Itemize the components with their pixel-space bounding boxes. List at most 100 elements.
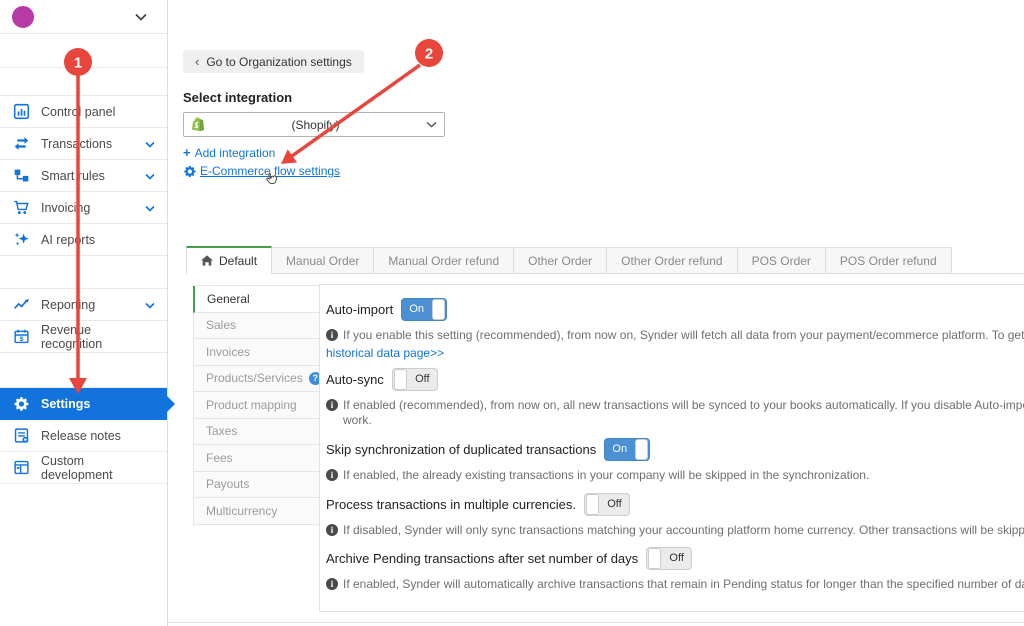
svg-text:$: $ <box>19 336 23 343</box>
toggle-state: On <box>605 439 634 460</box>
info-text-continued: work. <box>326 413 1024 428</box>
setting-row-auto-sync: Auto-sync Off <box>326 368 1024 391</box>
sidebar-item-control-panel[interactable]: Control panel <box>0 96 167 128</box>
general-settings-panel: Auto-import On i If you enable this sett… <box>319 284 1024 612</box>
sidebar-item-label: Control panel <box>41 105 115 119</box>
gear-icon <box>183 165 196 178</box>
sidebar-item-label: Revenue recognition <box>41 323 155 351</box>
chevron-down-icon[interactable] <box>145 298 155 312</box>
toggle-state: Off <box>408 369 437 390</box>
subnav-item-fees[interactable]: Fees <box>193 445 320 472</box>
subnav-item-products-services[interactable]: Products/Services ? <box>193 366 320 393</box>
setting-info: i If enabled (recommended), from now on,… <box>326 398 1024 413</box>
info-text: If enabled (recommended), from now on, a… <box>343 398 1024 413</box>
multiple-currencies-toggle[interactable]: Off <box>584 493 630 516</box>
plus-icon: + <box>183 145 191 160</box>
subnav-label: Sales <box>206 318 236 332</box>
sidebar-spacer <box>0 68 167 96</box>
auto-sync-toggle[interactable]: Off <box>392 368 438 391</box>
subnav-label: Invoices <box>206 345 250 359</box>
tab-manual-order[interactable]: Manual Order <box>272 247 374 273</box>
historical-data-page-link[interactable]: historical data page>> <box>326 346 1024 361</box>
auto-import-toggle[interactable]: On <box>401 298 447 321</box>
sidebar-item-label: Smart rules <box>41 169 105 183</box>
toggle-handle <box>586 494 599 515</box>
account-switcher[interactable] <box>0 0 167 34</box>
ai-reports-icon <box>12 231 30 248</box>
setting-label: Process transactions in multiple currenc… <box>326 497 576 512</box>
integration-select-value: (Shopify) <box>205 118 426 132</box>
sidebar-item-label: Transactions <box>41 137 112 151</box>
subnav-label: General <box>207 292 250 306</box>
subnav-item-general[interactable]: General <box>193 286 320 313</box>
reporting-icon <box>12 296 30 313</box>
subnav-item-product-mapping[interactable]: Product mapping <box>193 392 320 419</box>
archive-pending-toggle[interactable]: Off <box>646 547 692 570</box>
tab-label: Manual Order refund <box>388 254 499 268</box>
setting-label: Skip synchronization of duplicated trans… <box>326 442 596 457</box>
integration-select[interactable]: (Shopify) <box>183 112 445 137</box>
step2-arrowhead <box>281 149 297 164</box>
tab-label: Other Order <box>528 254 592 268</box>
tab-pos-order[interactable]: POS Order <box>738 247 826 273</box>
chevron-down-icon[interactable] <box>145 169 155 183</box>
sidebar-spacer <box>0 353 167 388</box>
toggle-state: On <box>402 299 431 320</box>
subnav-item-sales[interactable]: Sales <box>193 313 320 340</box>
toggle-handle <box>394 369 407 390</box>
tab-other-order-refund[interactable]: Other Order refund <box>607 247 737 273</box>
avatar[interactable] <box>12 6 34 28</box>
setting-row-auto-import: Auto-import On <box>326 298 1024 321</box>
toggle-handle <box>648 548 661 569</box>
sidebar-item-custom-development[interactable]: Custom development <box>0 452 167 484</box>
gear-icon <box>12 396 30 412</box>
sidebar-item-ai-reports[interactable]: AI reports <box>0 224 167 256</box>
select-integration-label: Select integration <box>183 90 292 105</box>
sidebar-item-smart-rules[interactable]: Smart rules <box>0 160 167 192</box>
sidebar-spacer <box>0 484 167 626</box>
sidebar-item-invoicing[interactable]: Invoicing <box>0 192 167 224</box>
step2-arrow-line <box>292 65 420 156</box>
invoicing-icon <box>12 199 30 216</box>
tab-other-order[interactable]: Other Order <box>514 247 607 273</box>
info-text: If you enable this setting (recommended)… <box>343 328 1024 343</box>
sidebar-item-transactions[interactable]: Transactions <box>0 128 167 160</box>
chevron-left-icon: ‹ <box>195 54 199 69</box>
ecommerce-flow-settings-link[interactable]: E-Commerce flow settings <box>183 164 340 178</box>
go-to-organization-settings-button[interactable]: ‹ Go to Organization settings <box>183 50 364 73</box>
settings-subnav: General Sales Invoices Products/Services… <box>193 285 320 525</box>
hand-cursor-icon <box>263 170 280 193</box>
tab-label: Default <box>219 254 257 268</box>
sidebar-item-reporting[interactable]: Reporting <box>0 289 167 321</box>
add-integration-link[interactable]: + Add integration <box>183 145 275 160</box>
sidebar-item-label: Invoicing <box>41 201 90 215</box>
subnav-item-invoices[interactable]: Invoices <box>193 339 320 366</box>
subnav-label: Products/Services <box>206 371 303 385</box>
sidebar-item-settings[interactable]: Settings <box>0 388 167 420</box>
subnav-item-taxes[interactable]: Taxes <box>193 419 320 446</box>
sidebar-spacer <box>0 256 167 289</box>
step2-badge <box>415 39 443 67</box>
sidebar-item-label: Custom development <box>41 454 155 482</box>
chevron-down-icon[interactable] <box>145 201 155 215</box>
setting-row-archive-pending: Archive Pending transactions after set n… <box>326 547 1024 570</box>
info-text: If enabled, Synder will automatically ar… <box>343 577 1024 592</box>
chevron-down-icon[interactable] <box>135 8 147 26</box>
tab-manual-order-refund[interactable]: Manual Order refund <box>374 247 514 273</box>
info-icon: i <box>326 524 338 536</box>
setting-label: Auto-import <box>326 302 393 317</box>
subnav-label: Taxes <box>206 424 237 438</box>
sidebar-item-revenue-recognition[interactable]: $ Revenue recognition <box>0 321 167 353</box>
tab-pos-order-refund[interactable]: POS Order refund <box>826 247 952 273</box>
transactions-icon <box>12 135 30 152</box>
tab-default[interactable]: Default <box>186 246 272 274</box>
skip-duplicates-toggle[interactable]: On <box>604 438 650 461</box>
info-text: If enabled, the already existing transac… <box>343 468 869 483</box>
subnav-item-multicurrency[interactable]: Multicurrency <box>193 498 320 525</box>
smart-rules-icon <box>12 167 30 184</box>
subnav-item-payouts[interactable]: Payouts <box>193 472 320 499</box>
sidebar-spacer <box>0 34 167 68</box>
sidebar-item-release-notes[interactable]: Release notes <box>0 420 167 452</box>
control-panel-icon <box>12 103 30 120</box>
chevron-down-icon[interactable] <box>145 137 155 151</box>
